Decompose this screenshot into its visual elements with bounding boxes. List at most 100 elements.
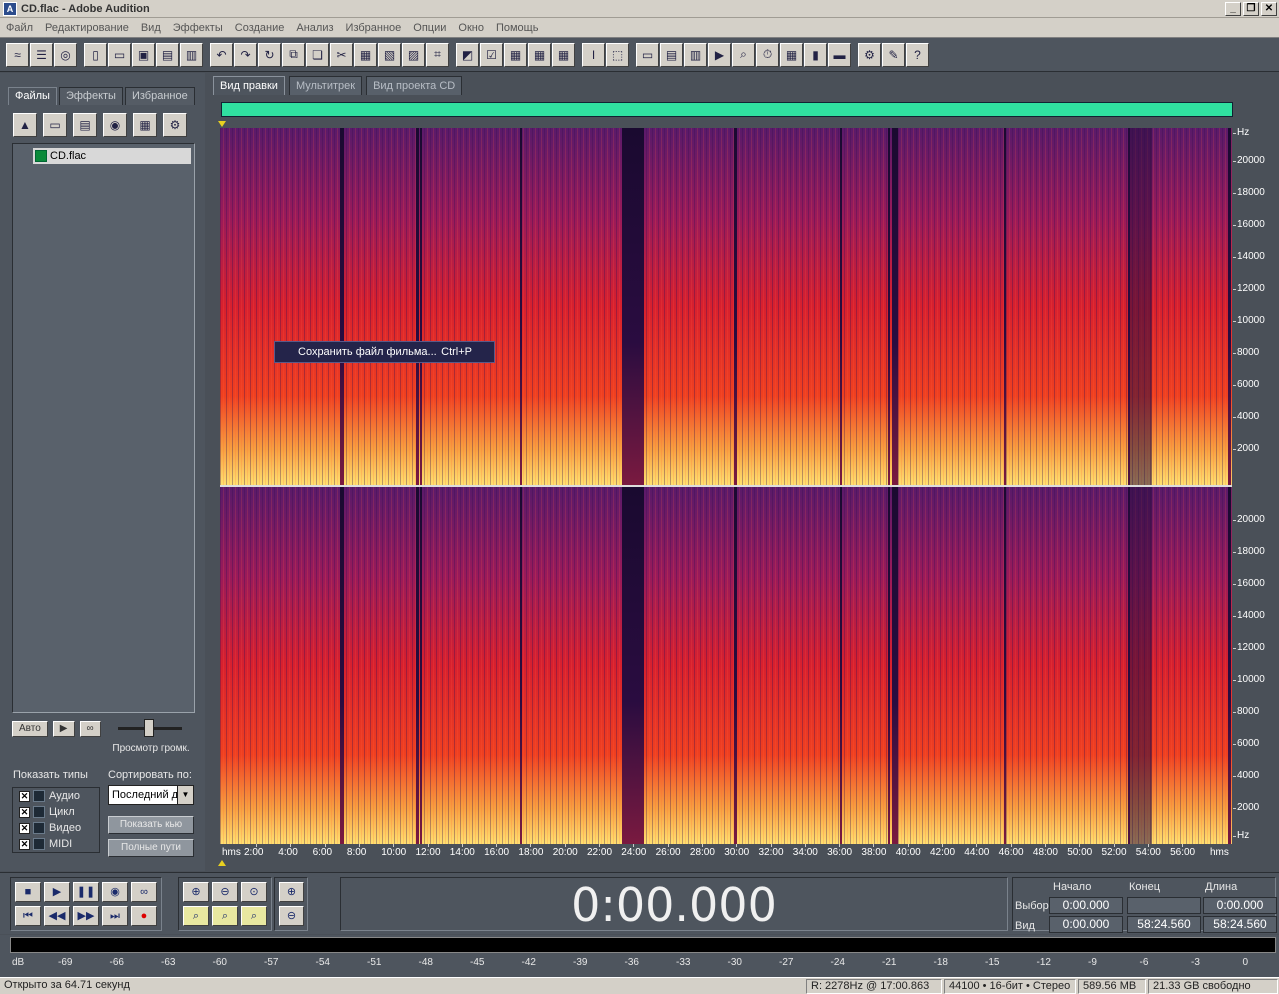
time-ruler[interactable]: hms 2:00 4:00 6:00 8:00 10:00 12:00 14:00 16:00 1… [220, 844, 1232, 860]
cut-icon[interactable]: ✂ [330, 42, 353, 67]
spectral-display[interactable] [220, 128, 1232, 844]
menu-options[interactable]: Опции [407, 22, 452, 34]
mix-paste-icon[interactable]: ▨ [402, 42, 425, 67]
paste-icon[interactable]: ▦ [354, 42, 377, 67]
help-icon[interactable]: ? [906, 42, 929, 67]
waveform-view-icon[interactable]: ▭ [636, 42, 659, 67]
preview-volume-slider[interactable]: Просмотр громк. [110, 719, 190, 759]
record-button[interactable]: ● [131, 906, 157, 926]
fast-forward-button[interactable]: ▶▶ [73, 906, 99, 926]
slider-thumb[interactable] [144, 719, 154, 737]
import-file-icon[interactable]: ▲ [13, 113, 37, 137]
play-list-icon[interactable]: ▶ [708, 42, 731, 67]
save-all-icon[interactable]: ▥ [180, 42, 203, 67]
redo-icon[interactable]: ↷ [234, 42, 257, 67]
menu-generate[interactable]: Создание [229, 22, 291, 34]
new-file-icon[interactable]: ▯ [84, 42, 107, 67]
right-channel-spectrogram[interactable] [220, 487, 1232, 844]
tab-cd-project[interactable]: Вид проекта CD [366, 76, 463, 95]
zoom-right-icon[interactable]: ⌕ [212, 906, 238, 926]
play-button[interactable]: ▶ [44, 882, 70, 902]
tab-multitrack[interactable]: Мультитрек [288, 76, 363, 95]
edit-file-icon[interactable]: ▦ [133, 113, 157, 137]
zoom-fit-icon[interactable]: ⌕ [732, 42, 755, 67]
overview-bar[interactable] [221, 102, 1233, 117]
open-file-icon[interactable]: ▭ [43, 113, 67, 137]
menu-analyze[interactable]: Анализ [290, 22, 339, 34]
sort-select[interactable]: Последний до ▼ [108, 785, 194, 805]
go-to-end-button[interactable]: ⏭ [102, 906, 128, 926]
save-as-icon[interactable]: ▤ [156, 42, 179, 67]
type-loop[interactable]: ✕ Цикл [13, 804, 99, 820]
zoom-out-icon[interactable]: ⊖ [212, 882, 238, 902]
spectral-view-icon[interactable]: ▤ [660, 42, 683, 67]
type-midi[interactable]: ✕ MIDI [13, 836, 99, 852]
selection-start-field[interactable]: 0:00.000 [1049, 897, 1123, 914]
menu-edit[interactable]: Редактирование [39, 22, 135, 34]
tab-edit-view[interactable]: Вид правки [213, 76, 285, 95]
copy-new-icon[interactable]: ❏ [306, 42, 329, 67]
menu-help[interactable]: Помощь [490, 22, 545, 34]
edit-view-icon[interactable]: ≈ [6, 42, 29, 67]
time-format-icon[interactable]: ⏱ [756, 42, 779, 67]
vertical-zoom-out-icon[interactable]: ⊖ [279, 906, 304, 926]
start-marker-icon[interactable] [218, 121, 226, 127]
zoom-left-icon[interactable]: ⌕ [183, 906, 209, 926]
play-to-end-button[interactable]: ◉ [102, 882, 128, 902]
loop-button[interactable]: ∞ [131, 882, 157, 902]
selection-length-field[interactable]: 0:00.000 [1203, 897, 1277, 914]
save-icon[interactable]: ▣ [132, 42, 155, 67]
selection-end-field[interactable] [1127, 897, 1201, 914]
grid-icon[interactable]: ▦ [504, 42, 527, 67]
time-selection-tool-icon[interactable]: I [582, 42, 605, 67]
view-start-field[interactable]: 0:00.000 [1049, 916, 1123, 933]
menu-file[interactable]: Файл [0, 22, 39, 34]
pan-view-icon[interactable]: ▥ [684, 42, 707, 67]
checkbox[interactable]: ✕ [19, 790, 30, 802]
repeat-icon[interactable]: ↻ [258, 42, 281, 67]
tab-files[interactable]: Файлы [8, 87, 57, 105]
paste-new-icon[interactable]: ▧ [378, 42, 401, 67]
file-options-icon[interactable]: ⚙ [163, 113, 187, 137]
zoom-in-icon[interactable]: ⊕ [183, 882, 209, 902]
frequency-icon[interactable]: ▮ [804, 42, 827, 67]
menu-effects[interactable]: Эффекты [167, 22, 229, 34]
tab-favorites[interactable]: Избранное [124, 87, 195, 105]
context-menu-save-movie[interactable]: Сохранить файл фильма... Ctrl+P [274, 341, 495, 363]
zoom-selection-icon[interactable]: ⌕ [241, 906, 267, 926]
type-audio[interactable]: ✕ Аудио [13, 788, 99, 804]
insert-file-icon[interactable]: ◉ [103, 113, 127, 137]
menu-view[interactable]: Вид [135, 22, 167, 34]
vertical-zoom-in-icon[interactable]: ⊕ [279, 882, 304, 902]
list-item[interactable]: CD.flac [33, 148, 191, 164]
snap-icon[interactable]: ☑ [480, 42, 503, 67]
full-paths-button[interactable]: Полные пути [108, 839, 194, 857]
settings-gear-icon[interactable]: ⚙ [858, 42, 881, 67]
status-bar-icon[interactable]: ▬ [828, 42, 851, 67]
close-icon[interactable]: ✕ [1261, 1, 1277, 16]
tab-effects[interactable]: Эффекты [58, 87, 123, 105]
grid-alt-icon[interactable]: ▦ [528, 42, 551, 67]
cd-project-icon[interactable]: ◎ [54, 42, 77, 67]
zoom-full-icon[interactable]: ⊙ [241, 882, 267, 902]
script-icon[interactable]: ✎ [882, 42, 905, 67]
checkbox[interactable]: ✕ [19, 822, 30, 834]
minimize-icon[interactable]: _ [1225, 1, 1241, 16]
trim-icon[interactable]: ⌗ [426, 42, 449, 67]
markers-icon[interactable]: ▦ [780, 42, 803, 67]
copy-icon[interactable]: ⧉ [282, 42, 305, 67]
show-cue-button[interactable]: Показать кью [108, 816, 194, 834]
stop-button[interactable]: ■ [15, 882, 41, 902]
undo-icon[interactable]: ↶ [210, 42, 233, 67]
chevron-down-icon[interactable]: ▼ [177, 786, 193, 804]
checkbox[interactable]: ✕ [19, 838, 30, 850]
preview-play-button[interactable]: ▶ [52, 721, 75, 737]
menu-favorites[interactable]: Избранное [340, 22, 408, 34]
menu-window[interactable]: Окно [452, 22, 490, 34]
close-file-icon[interactable]: ▤ [73, 113, 97, 137]
left-channel-spectrogram[interactable] [220, 128, 1232, 485]
grid-third-icon[interactable]: ▦ [552, 42, 575, 67]
marquee-tool-icon[interactable]: ⬚ [606, 42, 629, 67]
checkbox[interactable]: ✕ [19, 806, 30, 818]
preview-loop-button[interactable]: ∞ [79, 721, 101, 737]
